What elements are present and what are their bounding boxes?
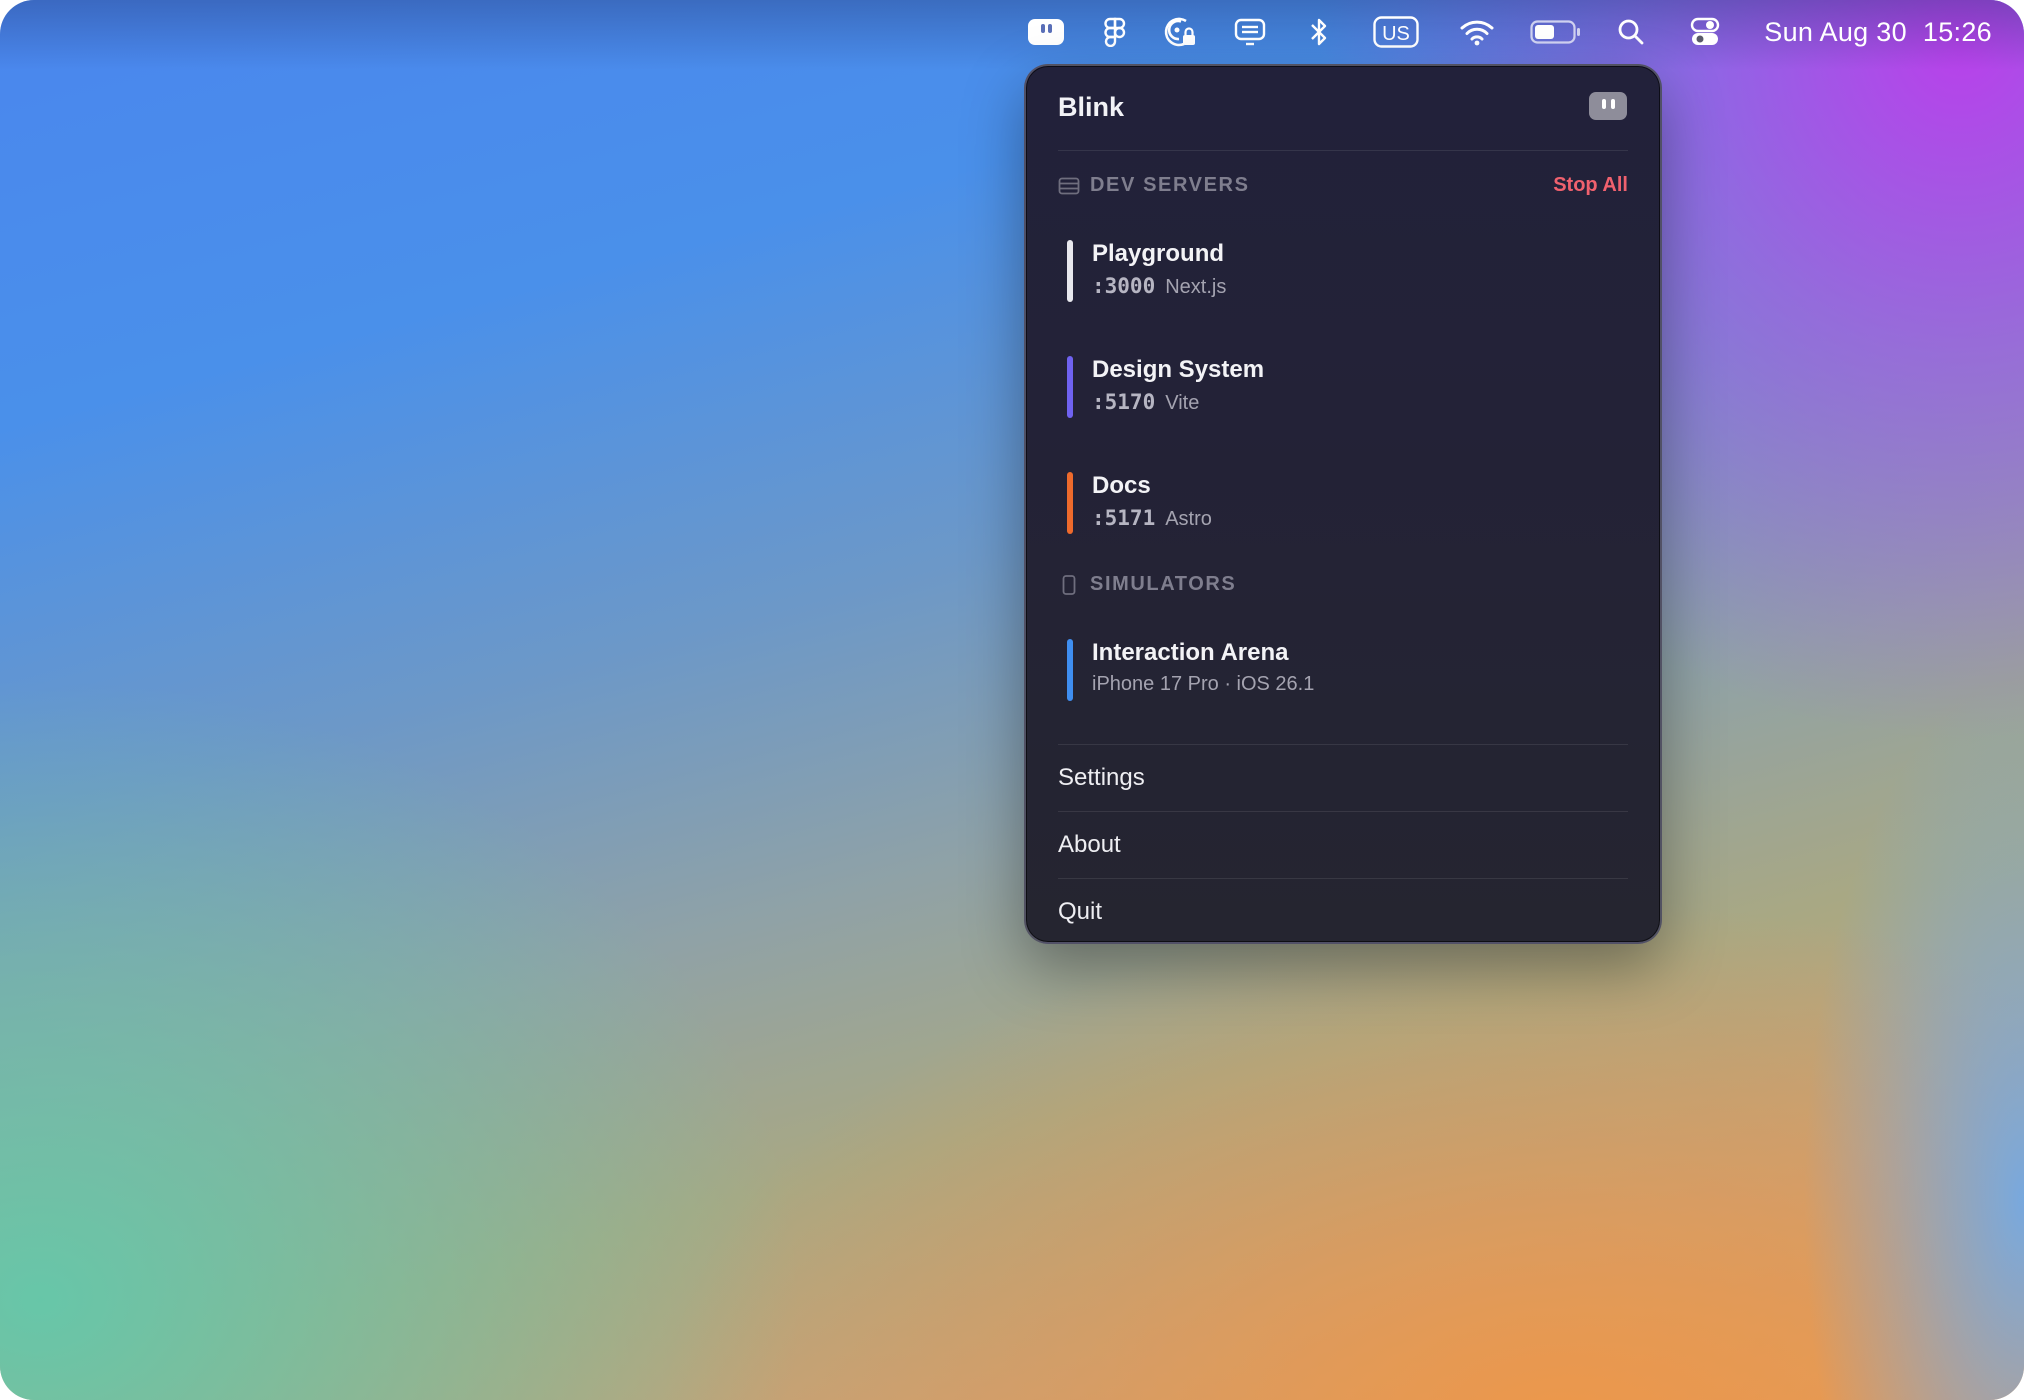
- about-menu-item[interactable]: About: [1058, 815, 1628, 875]
- server-meta: :5171 Astro: [1092, 506, 1212, 531]
- server-name: Playground: [1092, 240, 1225, 267]
- server-framework: Vite: [1165, 392, 1200, 414]
- server-port: :5171: [1092, 506, 1156, 530]
- server-framework: Next.js: [1165, 276, 1227, 298]
- desktop: US Sun Aug 30 15:26 Blink DEV SERVERS St…: [0, 0, 2024, 1400]
- server-row-playground[interactable]: Playground :3000 Next.js: [1058, 224, 1628, 316]
- server-framework: Astro: [1165, 508, 1212, 530]
- popover-title: Blink: [1058, 92, 1125, 122]
- menu-divider: [1058, 878, 1628, 879]
- dev-servers-heading: DEV SERVERS: [1058, 174, 1250, 197]
- stop-all-button[interactable]: Stop All: [1553, 174, 1628, 197]
- menubar-shade: [0, 0, 2024, 1400]
- server-rack-icon: [1058, 177, 1080, 194]
- simulators-heading: SIMULATORS: [1058, 573, 1236, 596]
- control-center-icon[interactable]: [1688, 12, 1722, 52]
- search-icon[interactable]: [1616, 12, 1646, 52]
- battery-icon[interactable]: [1530, 12, 1582, 52]
- display-icon[interactable]: [1232, 12, 1268, 52]
- clock-time: 15:26: [1922, 17, 1992, 47]
- blink-logo-icon: [1589, 92, 1627, 120]
- simulator-row-interaction-arena[interactable]: Interaction Arena iPhone 17 Pro · iOS 26…: [1058, 623, 1628, 715]
- simulator-name: Interaction Arena: [1092, 639, 1289, 666]
- figma-icon[interactable]: [1100, 12, 1130, 52]
- simulator-detail: iPhone 17 Pro · iOS 26.1: [1092, 673, 1315, 695]
- server-row-docs[interactable]: Docs :5171 Astro: [1058, 456, 1628, 548]
- server-port: :3000: [1092, 274, 1156, 298]
- blink-app-icon[interactable]: [1026, 12, 1066, 52]
- server-status-bar: [1067, 240, 1073, 302]
- server-meta: :5170 Vite: [1092, 390, 1199, 415]
- password-lock-icon[interactable]: [1162, 12, 1198, 52]
- menu-divider: [1058, 744, 1628, 745]
- server-status-bar: [1067, 356, 1073, 418]
- quit-menu-item[interactable]: Quit: [1058, 882, 1628, 942]
- server-port: :5170: [1092, 390, 1156, 414]
- server-status-bar: [1067, 472, 1073, 534]
- bluetooth-icon[interactable]: [1306, 12, 1332, 52]
- input-source-label: US: [1382, 23, 1410, 45]
- simulators-label: SIMULATORS: [1090, 573, 1237, 595]
- server-name: Design System: [1092, 356, 1265, 383]
- menubar-clock[interactable]: Sun Aug 30 15:26: [1764, 14, 1992, 50]
- server-name: Docs: [1092, 472, 1151, 499]
- menu-bar: US Sun Aug 30 15:26: [0, 0, 2024, 64]
- wifi-icon[interactable]: [1458, 12, 1496, 52]
- settings-menu-item[interactable]: Settings: [1058, 748, 1628, 808]
- menu-divider: [1058, 811, 1628, 812]
- keyboard-input-icon[interactable]: US: [1372, 12, 1420, 52]
- blink-popover: Blink DEV SERVERS Stop All Playground :3…: [1024, 64, 1662, 944]
- server-row-design-system[interactable]: Design System :5170 Vite: [1058, 340, 1628, 432]
- phone-icon: [1062, 574, 1076, 595]
- simulator-status-bar: [1067, 639, 1073, 701]
- server-meta: :3000 Next.js: [1092, 274, 1226, 299]
- clock-date: Sun Aug 30: [1764, 17, 1907, 47]
- dev-servers-label: DEV SERVERS: [1090, 174, 1250, 196]
- header-divider: [1058, 150, 1628, 151]
